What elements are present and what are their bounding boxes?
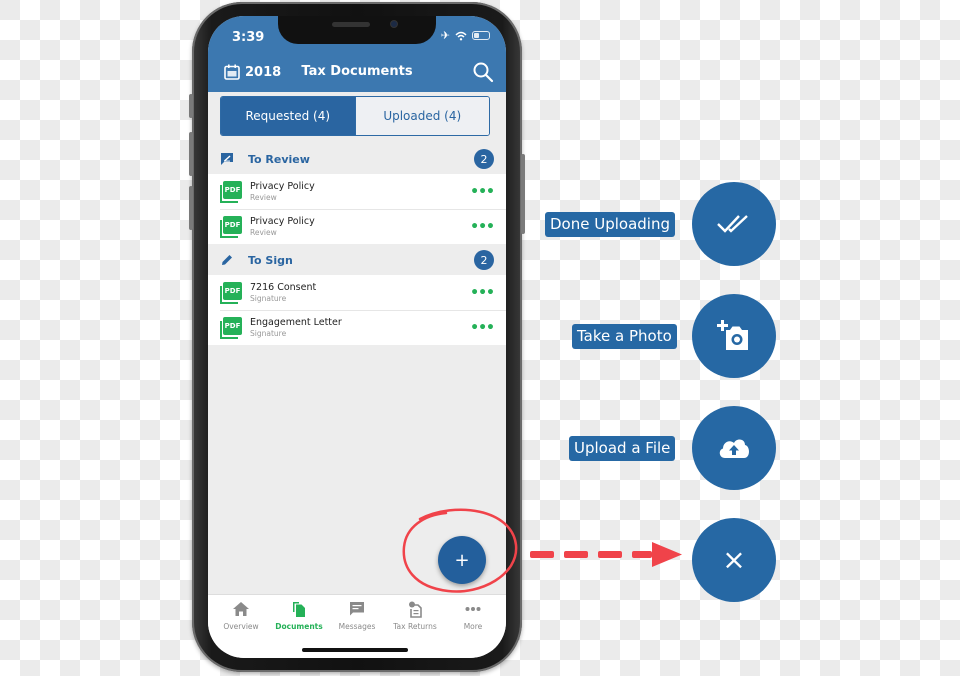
- section-title: To Review: [248, 152, 310, 166]
- more-options-icon[interactable]: •••: [470, 220, 495, 234]
- double-check-icon: [717, 215, 748, 233]
- document-row[interactable]: PDF Privacy Policy Review •••: [208, 174, 506, 209]
- done-uploading-label: Done Uploading: [545, 212, 675, 237]
- section-header: To Review 2: [208, 144, 506, 174]
- cloud-upload-icon: [719, 439, 749, 458]
- speaker: [332, 22, 370, 27]
- close-icon: ×: [722, 543, 746, 576]
- document-name: 7216 Consent: [250, 282, 317, 293]
- section-header: To Sign 2: [208, 245, 506, 275]
- home-indicator: [302, 648, 408, 652]
- status-icons: ✈: [441, 29, 490, 42]
- status-time: 3:39: [232, 30, 265, 45]
- more-options-icon[interactable]: •••: [470, 185, 495, 199]
- more-icon: [465, 607, 481, 611]
- pencil-icon: [222, 255, 232, 265]
- close-menu-button[interactable]: ×: [692, 518, 776, 602]
- more-options-icon[interactable]: •••: [470, 286, 495, 300]
- more-options-icon[interactable]: •••: [470, 321, 495, 335]
- document-status: Review: [250, 193, 277, 202]
- tax-returns-icon: [409, 601, 422, 618]
- highlight-circle-annotation: [402, 508, 518, 593]
- document-status: Review: [250, 228, 277, 237]
- front-camera: [390, 20, 398, 28]
- wifi-icon: [455, 31, 467, 40]
- take-photo-label: Take a Photo: [572, 324, 677, 349]
- pdf-icon: PDF: [220, 215, 242, 238]
- document-name: Engagement Letter: [250, 317, 342, 328]
- tab-label: Messages: [338, 622, 376, 631]
- take-photo-button[interactable]: [692, 294, 776, 378]
- tab-more[interactable]: More: [444, 595, 502, 658]
- count-badge: 2: [474, 149, 494, 169]
- add-photo-icon: [717, 320, 748, 350]
- upload-file-label: Upload a File: [569, 436, 676, 461]
- done-uploading-button[interactable]: [692, 182, 776, 266]
- pdf-icon: PDF: [220, 316, 242, 339]
- document-status: Signature: [250, 294, 287, 303]
- mute-switch: [189, 94, 193, 118]
- count-badge: 2: [474, 250, 494, 270]
- tab-label: Documents: [275, 622, 323, 631]
- document-status: Signature: [250, 329, 287, 338]
- document-name: Privacy Policy: [250, 181, 315, 192]
- document-name: Privacy Policy: [250, 216, 315, 227]
- page-title: Tax Documents: [301, 64, 413, 79]
- message-icon: [350, 602, 364, 616]
- search-icon[interactable]: [472, 61, 494, 83]
- document-row[interactable]: PDF 7216 Consent Signature •••: [208, 275, 506, 310]
- volume-up-button: [189, 132, 193, 176]
- pdf-icon: PDF: [220, 281, 242, 304]
- section-title: To Sign: [248, 253, 293, 267]
- home-icon: [233, 602, 249, 616]
- upload-file-button[interactable]: [692, 406, 776, 490]
- document-row[interactable]: PDF Engagement Letter Signature •••: [208, 310, 506, 345]
- pdf-icon: PDF: [220, 180, 242, 203]
- tab-requested[interactable]: Requested (4): [221, 97, 355, 135]
- section-to-review: To Review 2 PDF Privacy Policy Review ••…: [208, 144, 506, 244]
- document-row[interactable]: PDF Privacy Policy Review •••: [208, 209, 506, 244]
- document-filter-tabs: Requested (4) Uploaded (4): [220, 96, 490, 136]
- volume-down-button: [189, 186, 193, 230]
- tab-uploaded[interactable]: Uploaded (4): [354, 97, 489, 135]
- airplane-icon: ✈: [440, 29, 450, 42]
- power-button: [521, 154, 525, 234]
- tab-label: Overview: [223, 622, 259, 631]
- tab-label: Tax Returns: [393, 622, 437, 631]
- documents-icon: [293, 602, 305, 617]
- review-icon: [221, 153, 233, 165]
- section-to-sign: To Sign 2 PDF 7216 Consent Signature •••…: [208, 245, 506, 345]
- battery-icon: [472, 31, 490, 40]
- tab-label: More: [463, 622, 483, 631]
- dashed-arrow-annotation: [530, 542, 682, 567]
- tab-overview[interactable]: Overview: [212, 595, 270, 658]
- phone-notch: [278, 16, 436, 44]
